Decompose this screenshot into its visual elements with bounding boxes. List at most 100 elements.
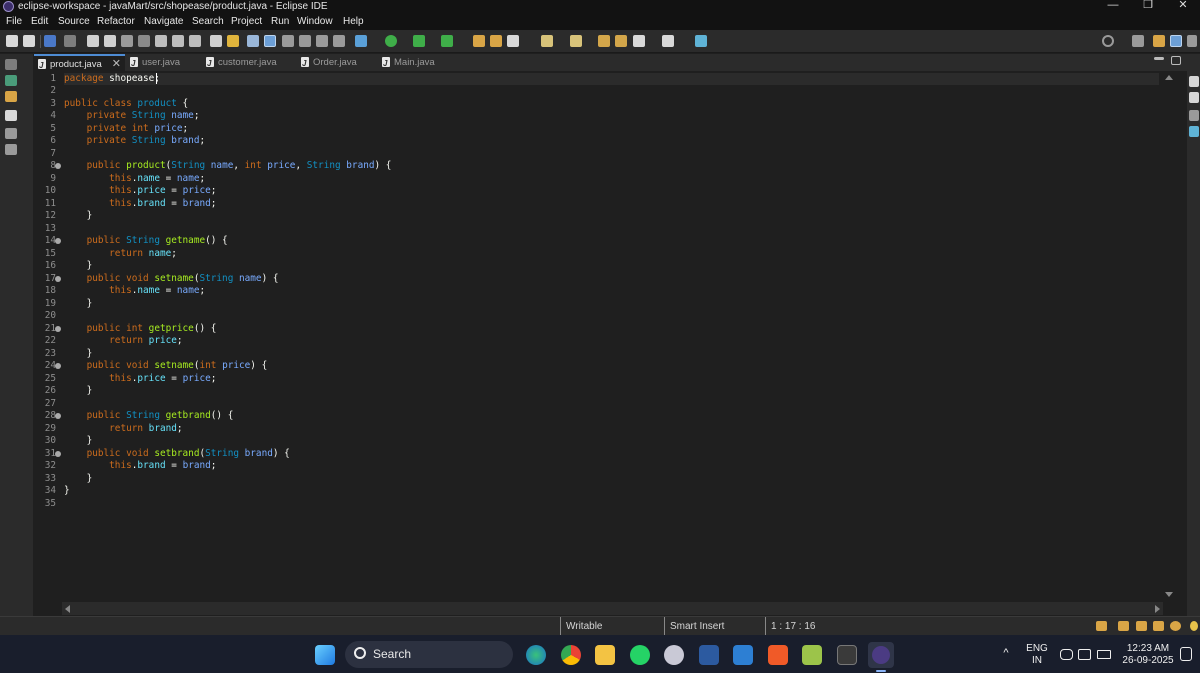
code-line[interactable]: this.brand = brand; bbox=[64, 198, 216, 211]
code-line[interactable]: private String name; bbox=[64, 110, 200, 123]
notification-icon[interactable] bbox=[1118, 621, 1129, 631]
menu-search[interactable]: Search bbox=[192, 13, 224, 30]
code-line[interactable]: public String getbrand() { bbox=[64, 410, 234, 423]
tab-main-java[interactable]: Main.java bbox=[378, 54, 454, 72]
code-line[interactable]: } bbox=[64, 385, 93, 398]
terminate-icon[interactable] bbox=[121, 35, 133, 47]
eclipse-icon[interactable] bbox=[868, 642, 894, 668]
code-line[interactable]: } bbox=[64, 210, 93, 223]
forward-edit-icon[interactable] bbox=[615, 35, 627, 47]
use-step-filters-icon[interactable] bbox=[227, 35, 239, 47]
notifications-bell-icon[interactable] bbox=[1180, 647, 1192, 661]
fold-toggle-icon[interactable] bbox=[55, 163, 61, 169]
code-line[interactable]: this.name = name; bbox=[64, 173, 205, 186]
last-edit-location-icon[interactable] bbox=[598, 35, 610, 47]
block-selection-icon[interactable] bbox=[282, 35, 294, 47]
code-line[interactable]: private int price; bbox=[64, 123, 189, 136]
tab-product-java[interactable]: product.java ✕ bbox=[34, 54, 125, 74]
scroll-right-icon[interactable] bbox=[1155, 605, 1160, 613]
code-line[interactable]: } bbox=[64, 473, 93, 486]
code-line[interactable]: return brand; bbox=[64, 423, 182, 436]
terminal-icon[interactable] bbox=[837, 645, 857, 665]
menu-project[interactable]: Project bbox=[231, 13, 262, 30]
drop-to-frame-icon[interactable] bbox=[210, 35, 222, 47]
debug-icon[interactable] bbox=[355, 35, 367, 47]
tab-customer-java[interactable]: customer.java bbox=[202, 54, 290, 72]
code-line[interactable]: } bbox=[64, 485, 70, 498]
external-tools-icon[interactable] bbox=[441, 35, 453, 47]
code-line[interactable]: public class product { bbox=[64, 98, 188, 111]
show-whitespace-icon[interactable] bbox=[316, 35, 328, 47]
step-into-icon[interactable] bbox=[155, 35, 167, 47]
clock[interactable]: 12:23 AM 26-09-2025 bbox=[1118, 643, 1178, 667]
outline-icon[interactable] bbox=[5, 128, 17, 139]
edge-icon[interactable] bbox=[526, 645, 546, 665]
back-icon[interactable] bbox=[633, 35, 645, 47]
notepad-icon[interactable] bbox=[802, 645, 822, 665]
code-line[interactable]: this.brand = brand; bbox=[64, 460, 216, 473]
code-text-area[interactable]: package shopease; public class product { … bbox=[64, 71, 1159, 602]
new-file-icon[interactable] bbox=[5, 110, 17, 121]
package-explorer-icon[interactable] bbox=[5, 75, 17, 86]
hat-icon[interactable] bbox=[1136, 621, 1147, 631]
code-line[interactable]: return name; bbox=[64, 248, 177, 261]
skip-breakpoints-icon[interactable] bbox=[64, 35, 76, 47]
save-icon[interactable] bbox=[44, 35, 56, 47]
java-perspective-icon[interactable] bbox=[1170, 35, 1182, 47]
menu-navigate[interactable]: Navigate bbox=[144, 13, 183, 30]
java-ee-perspective-icon[interactable] bbox=[1153, 35, 1165, 47]
horizontal-scrollbar[interactable] bbox=[62, 602, 1163, 615]
menu-edit[interactable]: Edit bbox=[31, 13, 48, 30]
minimize-editor-icon[interactable] bbox=[1154, 57, 1164, 60]
language-indicator[interactable]: ENG IN bbox=[1024, 643, 1050, 667]
fold-toggle-icon[interactable] bbox=[55, 325, 61, 332]
start-icon[interactable] bbox=[315, 645, 335, 665]
taskbar-search-box[interactable]: Search bbox=[345, 641, 513, 668]
coverage-icon[interactable] bbox=[413, 35, 425, 47]
problems-icon[interactable] bbox=[1189, 76, 1199, 87]
menu-refactor[interactable]: Refactor bbox=[97, 13, 135, 30]
code-line[interactable]: package shopease; bbox=[64, 72, 1159, 85]
volume-icon[interactable] bbox=[1078, 649, 1091, 660]
maximize-button[interactable]: ❐ bbox=[1131, 0, 1165, 13]
chrome-icon[interactable] bbox=[561, 645, 581, 665]
resume-icon[interactable] bbox=[87, 35, 99, 47]
gmail-icon[interactable] bbox=[664, 645, 684, 665]
code-line[interactable]: public void setname(String name) { bbox=[64, 273, 279, 286]
fold-toggle-icon[interactable] bbox=[55, 363, 61, 369]
new-java-project-icon[interactable] bbox=[473, 35, 485, 47]
code-line[interactable]: this.name = name; bbox=[64, 285, 205, 298]
debug-perspective-icon[interactable] bbox=[1187, 35, 1197, 47]
sun-icon[interactable] bbox=[1170, 621, 1181, 631]
pencil-icon[interactable] bbox=[1153, 621, 1164, 631]
previous-annotation-icon[interactable] bbox=[570, 35, 582, 47]
restore-icon[interactable] bbox=[5, 59, 17, 70]
undo-icon[interactable] bbox=[6, 35, 18, 47]
menu-source[interactable]: Source bbox=[58, 13, 90, 30]
code-line[interactable]: } bbox=[64, 435, 93, 448]
javadoc-icon[interactable] bbox=[1189, 92, 1199, 103]
fold-toggle-icon[interactable] bbox=[55, 238, 61, 244]
scroll-down-icon[interactable] bbox=[1165, 592, 1173, 597]
task-list-icon[interactable] bbox=[5, 144, 17, 155]
minimize-button[interactable]: — bbox=[1096, 0, 1130, 13]
menu-help[interactable]: Help bbox=[343, 13, 364, 30]
menu-run[interactable]: Run bbox=[271, 13, 289, 30]
run-icon[interactable] bbox=[385, 35, 397, 47]
chevron-up-icon[interactable]: ^ bbox=[1000, 647, 1012, 659]
close-button[interactable]: ✕ bbox=[1166, 0, 1200, 13]
lightbulb-icon[interactable] bbox=[1190, 621, 1198, 631]
code-line[interactable]: } bbox=[64, 260, 93, 273]
code-line[interactable]: } bbox=[64, 298, 93, 311]
file-explorer-icon[interactable] bbox=[595, 645, 615, 665]
code-line[interactable]: public void setname(int price) { bbox=[64, 360, 268, 373]
search-tool-icon[interactable] bbox=[507, 35, 519, 47]
scroll-up-icon[interactable] bbox=[1165, 75, 1173, 80]
code-line[interactable]: public void setbrand(String brand) { bbox=[64, 448, 290, 461]
open-perspective-icon[interactable] bbox=[1132, 35, 1144, 47]
next-annotation-icon[interactable] bbox=[541, 35, 553, 47]
network-icon[interactable] bbox=[1060, 649, 1073, 660]
step-over-icon[interactable] bbox=[172, 35, 184, 47]
code-editor[interactable]: 1 2 3 4 5 6 7 8 9 10 11 12 13 14 15 16 17 18 19 20 21 22 23 24 2… bbox=[34, 71, 1163, 602]
menu-window[interactable]: Window bbox=[297, 13, 333, 30]
